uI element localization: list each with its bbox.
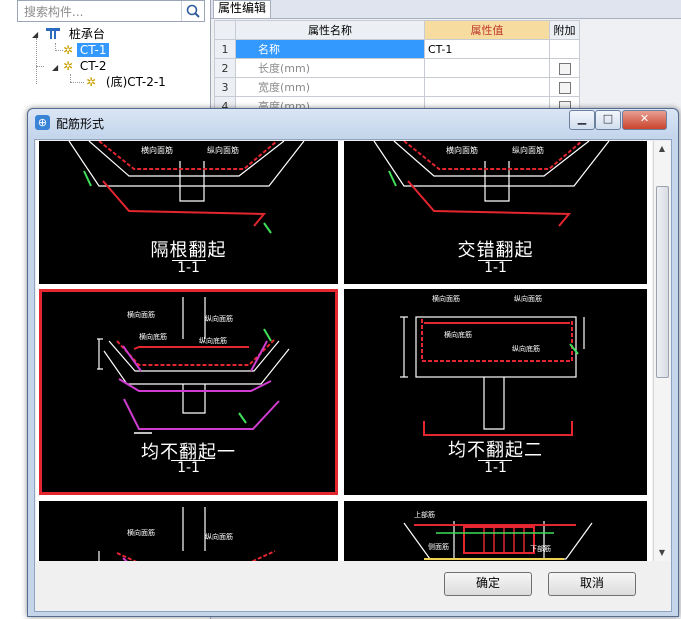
tree-root[interactable]: 桩承台 — [44, 26, 105, 42]
svg-text:横向底筋: 横向底筋 — [139, 332, 167, 341]
svg-text:纵向面筋: 纵向面筋 — [205, 532, 233, 541]
svg-text:横向面筋: 横向面筋 — [127, 528, 155, 537]
property-name[interactable]: 宽度(mm) — [235, 77, 425, 97]
section-underline — [172, 260, 206, 261]
scroll-up-icon[interactable]: ▲ — [654, 141, 670, 157]
close-button[interactable]: ✕ — [622, 110, 667, 130]
dialog-body: 横向面筋 纵向面筋 隔根翻起 1-1 横向面筋 纵向面筋 交错翻起 1-1 横向… — [34, 139, 672, 612]
svg-text:纵向底筋: 纵向底筋 — [512, 344, 540, 353]
property-value[interactable]: CT-1 — [424, 39, 550, 59]
header-extra: 附加 — [549, 20, 580, 40]
option-title: 交错翻起 — [457, 240, 534, 261]
option-tile-5[interactable]: 横向面筋 纵向面筋 — [39, 501, 338, 561]
header-name: 属性名称 — [235, 20, 425, 40]
option-title: 均不翻起二 — [448, 440, 543, 461]
tab-property-edit[interactable]: 属性编辑 — [213, 0, 272, 18]
section-underline — [478, 260, 512, 261]
corner-cell — [214, 20, 236, 40]
minimize-icon: ▁ — [577, 112, 587, 125]
svg-text:侧面筋: 侧面筋 — [428, 542, 449, 551]
extra-checkbox[interactable] — [558, 81, 571, 94]
component-icon: ✲ — [86, 75, 97, 89]
app-icon: ⊕ — [35, 115, 50, 130]
section-label: 1-1 — [484, 260, 507, 276]
option-gallery: 横向面筋 纵向面筋 隔根翻起 1-1 横向面筋 纵向面筋 交错翻起 1-1 横向… — [36, 141, 652, 561]
svg-text:横向面筋: 横向面筋 — [432, 294, 460, 303]
svg-text:纵向面筋: 纵向面筋 — [514, 294, 542, 303]
section-label: 1-1 — [177, 460, 200, 476]
option-tile-no-bent-1[interactable]: 横向面筋 纵向面筋 横向底筋 纵向底筋 均不翻起一 1-1 — [39, 289, 338, 495]
collapse-icon[interactable]: ◢ — [52, 63, 58, 72]
grid-header: 属性名称 属性值 附加 — [214, 20, 580, 40]
svg-text:下部筋: 下部筋 — [530, 544, 551, 553]
tree-item-label: CT-2 — [79, 59, 107, 73]
tab-bar: 属性编辑 — [211, 0, 681, 19]
cancel-button[interactable]: 取消 — [548, 572, 636, 596]
minimize-button[interactable]: ▁ — [569, 110, 595, 130]
ok-button[interactable]: 确定 — [444, 572, 532, 596]
svg-text:横向面筋: 横向面筋 — [446, 145, 478, 155]
table-row[interactable]: 3 宽度(mm) — [214, 77, 580, 97]
svg-text:横向面筋: 横向面筋 — [141, 145, 173, 155]
option-tile-staggered-bent[interactable]: 横向面筋 纵向面筋 交错翻起 1-1 — [344, 141, 647, 284]
svg-text:横向面筋: 横向面筋 — [127, 310, 155, 319]
property-value[interactable] — [424, 77, 550, 97]
property-grid: 属性名称 属性值 附加 1 名称 CT-1 2 长度(mm) 3 宽度(mm) … — [214, 20, 580, 116]
section-underline — [478, 460, 512, 461]
section-label: 1-1 — [484, 460, 507, 476]
search-box[interactable]: 搜索构件... — [17, 0, 205, 22]
svg-text:纵向底筋: 纵向底筋 — [199, 336, 227, 345]
tree-root-label: 桩承台 — [68, 27, 105, 41]
dialog-title: 配筋形式 — [56, 117, 105, 131]
section-label: 1-1 — [177, 260, 200, 276]
row-number: 2 — [214, 58, 236, 78]
svg-text:上部筋: 上部筋 — [414, 510, 435, 519]
tree-item-label: (底)CT-2-1 — [105, 75, 166, 89]
svg-text:纵向面筋: 纵向面筋 — [207, 145, 239, 155]
tree-item-label: CT-1 — [76, 43, 110, 57]
header-value: 属性值 — [424, 20, 550, 40]
row-number: 3 — [214, 77, 236, 97]
component-icon: ✲ — [63, 43, 74, 57]
rebar-drawing: 横向面筋 纵向面筋 — [98, 507, 276, 561]
maximize-button[interactable]: □ — [595, 110, 621, 130]
close-icon: ✕ — [639, 112, 650, 125]
tree-item-ct-1[interactable]: ✲ CT-1 — [63, 42, 110, 58]
pile-cap-icon — [46, 28, 60, 39]
table-row[interactable]: 1 名称 CT-1 — [214, 39, 580, 59]
extra-cell — [549, 58, 580, 78]
row-number: 1 — [214, 39, 236, 59]
vertical-scrollbar[interactable]: ▲ ▼ — [653, 141, 670, 561]
search-input[interactable]: 搜索构件... — [24, 3, 83, 20]
option-tile-6[interactable]: 上部筋 侧面筋 下部筋 — [344, 501, 647, 561]
rebar-drawing: 上部筋 侧面筋 下部筋 — [403, 510, 593, 560]
svg-text:横向底筋: 横向底筋 — [444, 330, 472, 339]
property-name[interactable]: 长度(mm) — [235, 58, 425, 78]
tree-item-ct-2[interactable]: ✲ CT-2 — [63, 58, 106, 74]
rebar-form-dialog: ⊕ 配筋形式 ▁ □ ✕ 横向面筋 纵向面筋 隔根翻起 1-1 横向面筋 纵向面… — [27, 108, 679, 617]
component-icon: ✲ — [63, 59, 74, 73]
property-value[interactable] — [424, 58, 550, 78]
property-name[interactable]: 名称 — [235, 39, 425, 59]
tree-item-ct-2-1[interactable]: ✲ (底)CT-2-1 — [86, 74, 166, 90]
svg-text:纵向面筋: 纵向面筋 — [512, 145, 544, 155]
extra-checkbox[interactable] — [558, 62, 571, 75]
extra-cell — [549, 77, 580, 97]
dialog-titlebar[interactable]: ⊕ 配筋形式 ▁ □ ✕ — [28, 109, 678, 137]
option-tile-alternate-bent[interactable]: 横向面筋 纵向面筋 隔根翻起 1-1 — [39, 141, 338, 284]
section-underline — [171, 460, 205, 461]
table-row[interactable]: 2 长度(mm) — [214, 58, 580, 78]
scroll-down-icon[interactable]: ▼ — [654, 545, 670, 561]
search-icon[interactable] — [181, 1, 204, 21]
collapse-icon[interactable]: ◢ — [32, 30, 38, 39]
svg-text:纵向面筋: 纵向面筋 — [205, 314, 233, 323]
option-title: 隔根翻起 — [150, 240, 227, 261]
scroll-thumb[interactable] — [656, 186, 669, 378]
extra-cell — [549, 39, 580, 59]
maximize-icon: □ — [602, 112, 614, 125]
option-tile-no-bent-2[interactable]: 横向面筋 纵向面筋 横向底筋 纵向底筋 均不翻起二 1-1 — [344, 289, 647, 495]
